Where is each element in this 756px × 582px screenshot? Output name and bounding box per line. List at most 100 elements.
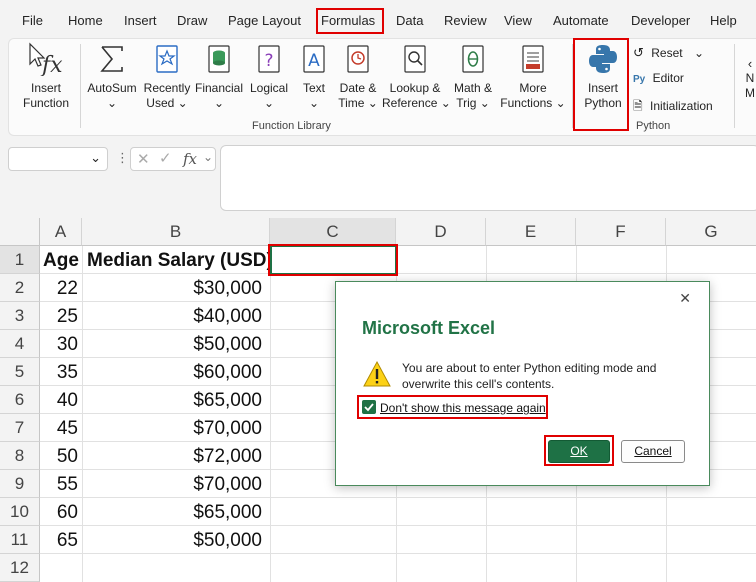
column-header-d[interactable]: D — [396, 218, 486, 246]
menu-developer[interactable]: Developer — [631, 13, 690, 28]
confirm-entry-icon[interactable]: ✓ — [159, 149, 172, 167]
formulas-tab-highlight — [316, 8, 384, 34]
reset-button[interactable]: ↺ Reset ⌄ — [633, 45, 704, 61]
cut-off-ribbon-button[interactable]: ‹ N M — [744, 56, 756, 101]
magnifier-book-icon — [404, 45, 426, 73]
column-header-c[interactable]: C — [270, 218, 396, 246]
menu-insert[interactable]: Insert — [124, 13, 157, 28]
column-header-e[interactable]: E — [486, 218, 576, 246]
row-header-12[interactable]: 12 — [0, 554, 40, 582]
sigma-icon — [100, 46, 123, 72]
cell-b1[interactable]: Median Salary (USD) — [87, 246, 273, 274]
column-header-b[interactable]: B — [82, 218, 270, 246]
ribbon-separator — [80, 44, 81, 128]
name-box[interactable]: ⌄ — [8, 147, 108, 171]
ribbon-separator — [734, 44, 735, 128]
logical-button[interactable]: ? Logical ⌄ — [246, 42, 292, 111]
function-library-label: Function Library — [252, 120, 331, 132]
cell-age[interactable]: 60 — [40, 498, 78, 526]
insert-function-icon[interactable]: fx — [183, 150, 197, 168]
cell-salary[interactable]: $72,000 — [82, 442, 262, 470]
menu-view[interactable]: View — [504, 13, 532, 28]
chevron-down-icon: ⌄ — [263, 96, 275, 110]
svg-text:?: ? — [264, 51, 273, 71]
math-trig-button[interactable]: Math & Trig ⌄ — [450, 42, 496, 111]
date-time-button[interactable]: Date & Time ⌄ — [334, 42, 382, 111]
cell-age[interactable]: 45 — [40, 414, 78, 442]
row-header-1[interactable]: 1 — [0, 246, 40, 274]
menu-review[interactable]: Review — [444, 13, 487, 28]
row-header-5[interactable]: 5 — [0, 358, 40, 386]
lookup-reference-button[interactable]: Lookup & Reference ⌄ — [382, 42, 451, 111]
cell-age[interactable]: 50 — [40, 442, 78, 470]
cell-age[interactable]: 55 — [40, 470, 78, 498]
svg-text:A: A — [308, 51, 320, 71]
menu-home[interactable]: Home — [68, 13, 103, 28]
menu-page-layout[interactable]: Page Layout — [228, 13, 301, 28]
cell-a1[interactable]: Age — [43, 246, 79, 274]
column-header-f[interactable]: F — [576, 218, 666, 246]
menu-help[interactable]: Help — [710, 13, 737, 28]
python-mode-dialog: ✕ Microsoft Excel You are about to enter… — [335, 281, 710, 486]
cell-salary[interactable]: $50,000 — [82, 330, 262, 358]
row-header-3[interactable]: 3 — [0, 302, 40, 330]
menu-file[interactable]: File — [22, 13, 43, 28]
text-book-icon: A — [303, 45, 325, 73]
select-all-corner[interactable] — [0, 218, 40, 246]
cell-salary[interactable]: $40,000 — [82, 302, 262, 330]
column-header-g[interactable]: G — [666, 218, 756, 246]
close-icon[interactable]: ✕ — [679, 290, 691, 307]
row-header-11[interactable]: 11 — [0, 526, 40, 554]
row-header-7[interactable]: 7 — [0, 414, 40, 442]
theta-book-icon — [462, 45, 484, 73]
coins-book-icon — [208, 45, 230, 73]
row-header-9[interactable]: 9 — [0, 470, 40, 498]
cancel-entry-icon[interactable]: ✕ — [137, 150, 150, 168]
row-header-6[interactable]: 6 — [0, 386, 40, 414]
cell-salary[interactable]: $30,000 — [82, 274, 262, 302]
selected-cell-highlight — [268, 244, 398, 276]
recently-used-button[interactable]: Recently Used ⌄ — [140, 42, 194, 111]
cell-salary[interactable]: $70,000 — [82, 470, 262, 498]
formula-input[interactable] — [220, 145, 756, 211]
cell-salary[interactable]: $65,000 — [82, 386, 262, 414]
clock-book-icon — [347, 45, 369, 73]
chevron-down-icon: ⌄ — [213, 96, 225, 110]
question-book-icon: ? — [258, 45, 280, 73]
autosum-button[interactable]: AutoSum ⌄ — [84, 42, 140, 111]
row-header-10[interactable]: 10 — [0, 498, 40, 526]
svg-text:fx: fx — [40, 53, 63, 76]
text-button[interactable]: A Text ⌄ — [294, 42, 334, 111]
menu-draw[interactable]: Draw — [177, 13, 207, 28]
financial-button[interactable]: Financial ⌄ — [194, 42, 244, 111]
row-header-8[interactable]: 8 — [0, 442, 40, 470]
cell-age[interactable]: 30 — [40, 330, 78, 358]
editor-button[interactable]: Py Editor — [633, 71, 684, 85]
cell-age[interactable]: 40 — [40, 386, 78, 414]
row-header-2[interactable]: 2 — [0, 274, 40, 302]
menu-automate[interactable]: Automate — [553, 13, 609, 28]
menu-data[interactable]: Data — [396, 13, 423, 28]
cell-salary[interactable]: $70,000 — [82, 414, 262, 442]
cell-salary[interactable]: $50,000 — [82, 526, 262, 554]
star-book-icon — [156, 45, 178, 73]
more-book-icon — [522, 45, 544, 73]
more-functions-button[interactable]: More Functions ⌄ — [498, 42, 568, 111]
row-header-4[interactable]: 4 — [0, 330, 40, 358]
cell-age[interactable]: 25 — [40, 302, 78, 330]
insert-function-button[interactable]: fx Insert Function — [14, 42, 78, 111]
formula-buttons: ✕ ✓ fx ⌄ — [130, 147, 216, 171]
cell-age[interactable]: 22 — [40, 274, 78, 302]
cancel-button[interactable]: Cancel — [621, 440, 685, 463]
cell-age[interactable]: 65 — [40, 526, 78, 554]
warning-icon — [363, 360, 391, 387]
cell-age[interactable]: 35 — [40, 358, 78, 386]
python-group-label: Python — [636, 120, 671, 132]
cell-salary[interactable]: $65,000 — [82, 498, 262, 526]
chevron-down-icon: ⌄ — [90, 150, 101, 165]
initialization-button[interactable]: 🗎 Initialization — [633, 97, 713, 118]
fx-icon: fx — [29, 42, 63, 76]
cell-salary[interactable]: $60,000 — [82, 358, 262, 386]
more-options-icon[interactable]: ⋮ — [116, 150, 129, 166]
column-header-a[interactable]: A — [40, 218, 82, 246]
